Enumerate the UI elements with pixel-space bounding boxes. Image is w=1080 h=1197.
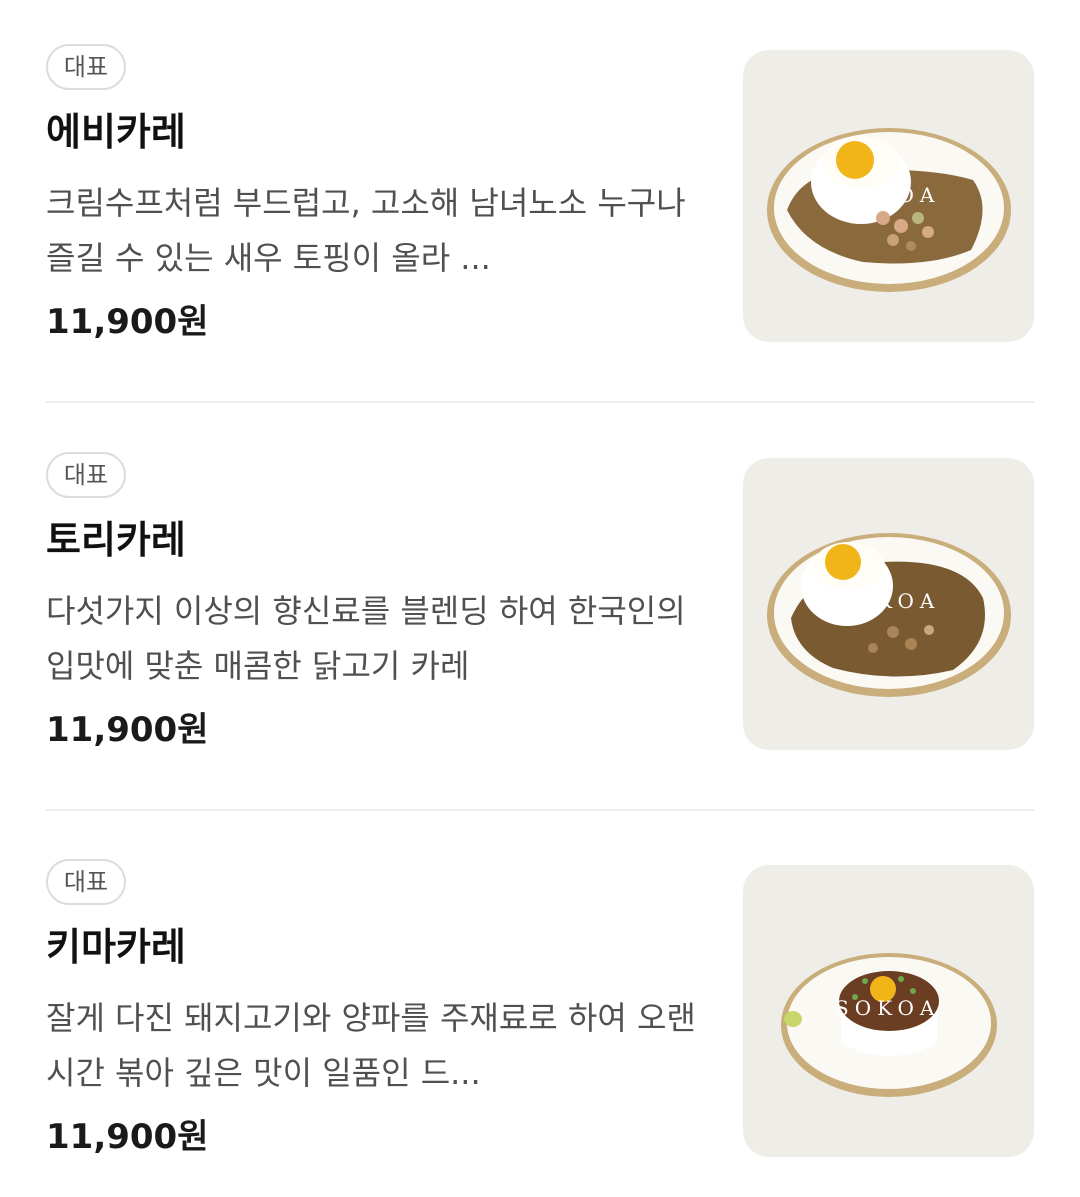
signature-badge: 대표 [46, 44, 126, 90]
menu-list: 대표 에비카레 크림수프처럼 부드럽고, 고소해 남녀노소 누구나 즐길 수 있… [0, 0, 1080, 1197]
menu-item-tori-curry[interactable]: 대표 토리카레 다섯가지 이상의 향신료를 블렌딩 하여 한국인의 입맛에 맞춘… [46, 452, 1034, 752]
divider [46, 809, 1034, 811]
menu-item-kima-curry[interactable]: 대표 키마카레 잘게 다진 돼지고기와 양파를 주재료로 하여 오랜 시간 볶아… [46, 859, 1034, 1159]
menu-item-name: 토리카레 [46, 518, 186, 562]
signature-badge: 대표 [46, 859, 126, 905]
divider [46, 401, 1034, 403]
menu-item-photo[interactable]: SOKOA [743, 865, 1034, 1157]
menu-item-name: 키마카레 [46, 925, 186, 969]
signature-badge: 대표 [46, 452, 126, 498]
menu-item-price: 11,900원 [46, 1117, 209, 1157]
menu-item-price: 11,900원 [46, 302, 209, 342]
menu-item-photo[interactable]: SOKOA [743, 50, 1034, 342]
photo-watermark: SOKOA [835, 996, 940, 1020]
menu-item-description: 크림수프처럼 부드럽고, 고소해 남녀노소 누구나 즐길 수 있는 새우 토핑이… [46, 184, 686, 277]
menu-item-description: 다섯가지 이상의 향신료를 블렌딩 하여 한국인의 입맛에 맞춘 매콤한 닭고기… [46, 592, 686, 685]
menu-item-photo[interactable]: SOKOA [743, 458, 1034, 750]
menu-item-price: 11,900원 [46, 710, 209, 750]
photo-watermark: SOKOA [835, 183, 940, 207]
menu-item-description: 잘게 다진 돼지고기와 양파를 주재료로 하여 오랜 시간 볶아 깊은 맛이 일… [46, 999, 696, 1092]
menu-item-name: 에비카레 [46, 110, 186, 154]
photo-watermark: SOKOA [835, 589, 940, 613]
menu-item-ebi-curry[interactable]: 대표 에비카레 크림수프처럼 부드럽고, 고소해 남녀노소 누구나 즐길 수 있… [46, 44, 1034, 344]
